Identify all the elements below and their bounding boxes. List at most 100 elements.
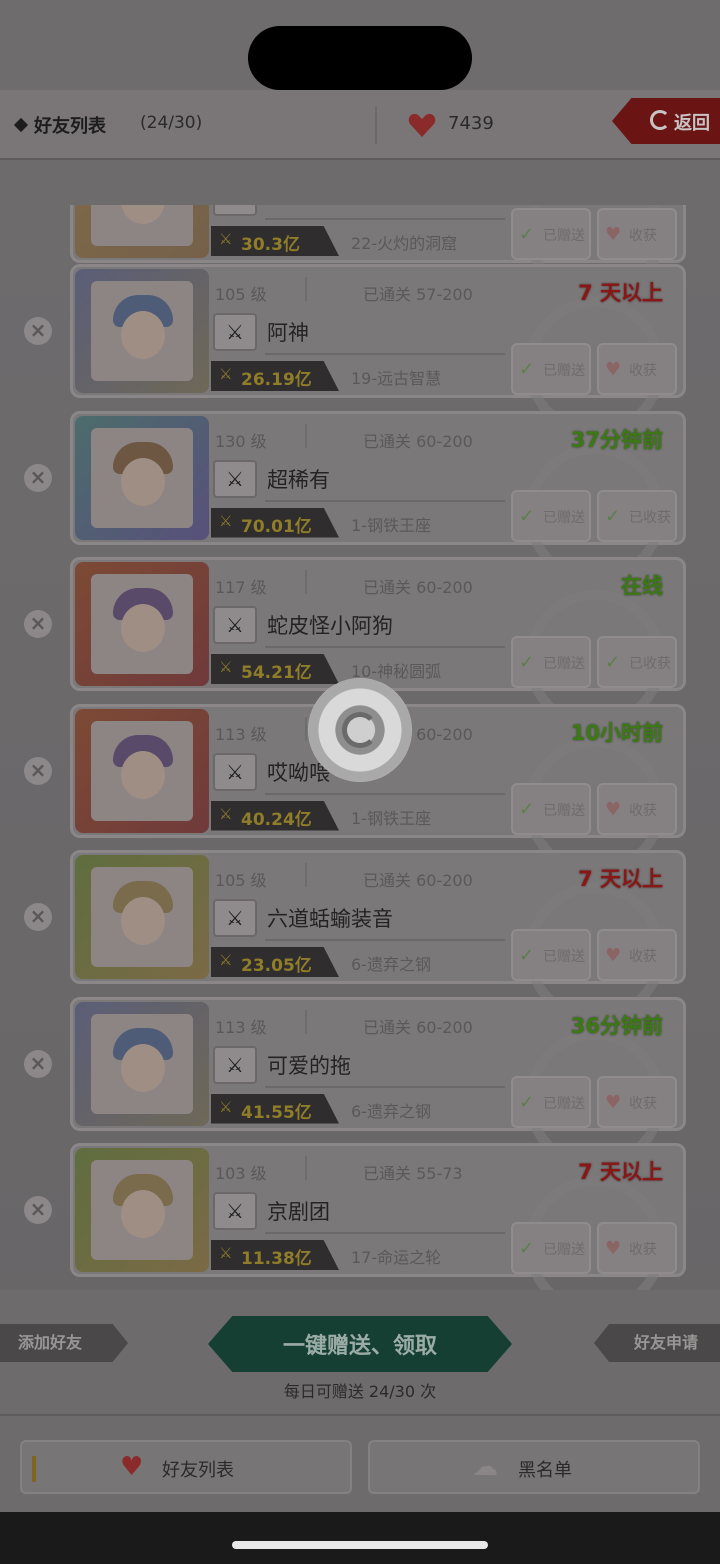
name-underline <box>265 646 505 648</box>
avatar-face <box>121 897 165 945</box>
check-icon: ✓ <box>519 1238 535 1259</box>
avatar[interactable] <box>75 1001 209 1126</box>
stage-progress: 已通关 60-200 <box>363 431 473 451</box>
last-seen-status: 37分钟前 <box>570 427 663 452</box>
receive-gift-button[interactable]: ♥ 收获 <box>597 343 677 395</box>
player-level: 130 级 <box>215 431 267 451</box>
friend-card[interactable]: 130 级 已通关 60-200 37分钟前 ⚔ 超稀有 ⚔ 70.01亿 1-钢铁王座 ✓ 已赠… <box>70 410 686 584</box>
power-badge: ⚔ 11.38亿 <box>211 1240 339 1270</box>
crossed-swords-icon: ⚔ <box>219 1097 233 1116</box>
avatar[interactable] <box>75 562 209 686</box>
power-badge: ⚔ 54.21亿 <box>211 654 339 684</box>
name-underline <box>265 1232 505 1234</box>
back-icon <box>650 110 670 130</box>
receive-gift-label: 收获 <box>629 363 657 379</box>
avatar[interactable] <box>75 1148 209 1272</box>
check-icon: ✓ <box>519 652 535 673</box>
close-icon[interactable]: × <box>24 317 52 345</box>
crossed-swords-icon: ⚔ <box>219 804 233 823</box>
stage-progress: 已通关 60-200 <box>363 578 473 597</box>
send-gift-label: 已赠送 <box>543 509 585 526</box>
avatar-portrait <box>91 281 193 381</box>
guild-name: 19-远古智慧 <box>351 369 442 388</box>
heart-icon: ♥ <box>605 798 622 820</box>
send-gift-label: 已赠送 <box>543 949 585 965</box>
friend-count: (24/30) <box>140 113 203 133</box>
send-gift-button[interactable]: ✓ 已赠送 <box>511 1222 591 1274</box>
last-seen-status: 10小时前 <box>570 720 663 745</box>
avatar-face <box>121 457 165 506</box>
friend-card[interactable]: 117 级已通关 60-200 在线 ⚔ 蛇皮怪小阿狗 ⚔ 54.21亿 10-神秘圆弧 ✓ 已… <box>70 557 686 730</box>
name-underline <box>265 939 505 941</box>
check-icon: ✓ <box>605 505 621 527</box>
one-click-send-receive-button[interactable]: 一键赠送、领取 <box>208 1316 512 1372</box>
send-gift-button[interactable]: ✓ 已赠送 <box>511 208 591 260</box>
add-friend-button[interactable]: 添加好友 <box>0 1324 128 1362</box>
daily-gift-note: 每日可赠送 24/30 次 <box>283 1382 437 1401</box>
send-gift-button[interactable]: ✓ 已赠送 <box>511 929 591 981</box>
home-indicator[interactable] <box>232 1541 488 1549</box>
player-level: 105 级 <box>215 285 267 304</box>
power-badge: ⚔ 30.3亿 <box>211 226 339 256</box>
tab-friend-list[interactable]: ♥ 好友列表 <box>20 1440 352 1494</box>
stage-progress: 已通关 55-73 <box>363 1164 463 1183</box>
receive-gift-button[interactable]: ♥ 收获 <box>597 1222 677 1274</box>
close-icon[interactable]: × <box>24 1049 52 1078</box>
last-seen-status: 7 天以上 <box>578 281 663 305</box>
close-icon[interactable]: × <box>24 1196 52 1224</box>
friend-requests-button[interactable]: 好友申请 <box>594 1324 720 1362</box>
heart-icon: ♥ <box>605 359 622 380</box>
stage-progress: 已通关 60-200 <box>363 871 473 890</box>
check-icon: ✓ <box>519 945 535 966</box>
crossed-swords-icon: ⚔ <box>213 899 257 937</box>
check-icon: ✓ <box>519 224 535 245</box>
receive-gift-button[interactable]: ♥ 收获 <box>597 782 677 835</box>
close-icon[interactable]: × <box>24 903 52 931</box>
send-gift-button[interactable]: ✓ 已赠送 <box>511 343 591 395</box>
heart-icon: ♥ <box>605 1238 622 1259</box>
player-name: 六道蛞蝓装音 <box>267 907 393 931</box>
avatar-portrait <box>91 720 193 821</box>
receive-gift-label: 收获 <box>629 949 657 965</box>
avatar[interactable] <box>75 205 209 258</box>
friend-card[interactable]: 105 级 已通关 60-200 7 天以上 ⚔ 六道蛞蝓装音 ⚔ 23.05亿 6-遗弃之钢… <box>70 850 686 1023</box>
avatar-face <box>121 311 165 359</box>
crossed-swords-icon: ⚔ <box>213 752 257 791</box>
avatar[interactable] <box>75 269 209 393</box>
avatar-portrait <box>91 574 193 674</box>
send-gift-label: 已赠送 <box>543 228 585 244</box>
send-gift-button[interactable]: ✓ 已赠送 <box>511 782 591 835</box>
receive-gift-button[interactable]: ✓ 已收获 <box>597 636 677 688</box>
avatar[interactable] <box>75 415 209 540</box>
close-icon[interactable]: × <box>24 610 52 638</box>
friend-card[interactable]: 105 级 已通关 57-200 7 天以上 ⚔ 阿神 ⚔ 26.19亿 19-远古智慧 ✓ 已赠… <box>70 264 686 437</box>
player-level: 105 级 <box>215 871 267 890</box>
crossed-swords-icon: ⚔ <box>219 658 233 676</box>
send-gift-label: 已赠送 <box>543 802 585 819</box>
last-seen-status: 7 天以上 <box>578 867 663 891</box>
receive-gift-button[interactable]: ♥ 收获 <box>597 929 677 981</box>
crossed-swords-icon: ⚔ <box>213 606 257 644</box>
send-gift-button[interactable]: ✓ 已赠送 <box>511 1075 591 1128</box>
receive-gift-button[interactable]: ♥ 收获 <box>597 1075 677 1128</box>
friend-card[interactable]: 103 级 已通关 55-73 7 天以上 ⚔ 京剧团 ⚔ 11.38亿 17-命运之轮 ✓ 已赠… <box>70 1143 686 1290</box>
send-gift-button[interactable]: ✓ 已赠送 <box>511 636 591 688</box>
receive-gift-button[interactable]: ♥ 收获 <box>597 208 677 260</box>
close-icon[interactable]: × <box>24 756 52 785</box>
avatar[interactable] <box>75 708 209 833</box>
send-gift-label: 已赠送 <box>543 656 585 672</box>
page-title: 好友列表 <box>13 112 106 138</box>
info-divider <box>305 1009 307 1034</box>
receive-gift-button[interactable]: ✓ 已收获 <box>597 489 677 542</box>
send-gift-button[interactable]: ✓ 已赠送 <box>511 489 591 542</box>
friend-card[interactable]: 113 级 已通关 60-200 36分钟前 ⚔ 可爱的拖 ⚔ 41.55亿 6-遗弃之钢 ✓ 已… <box>70 996 686 1170</box>
power-value: 11.38亿 <box>241 1249 312 1269</box>
info-divider <box>305 716 307 741</box>
avatar[interactable] <box>75 855 209 979</box>
player-level: 113 级 <box>215 724 267 744</box>
tab-blacklist[interactable]: ☁ 黑名单 <box>368 1440 700 1494</box>
friend-card[interactable]: ⚔ ⚔ 30.3亿 22-火灼的洞窟 ✓ 已赠送 ♥ 收获 <box>70 205 686 302</box>
close-icon[interactable]: × <box>24 463 52 492</box>
receive-gift-label: 收获 <box>629 228 657 244</box>
receive-gift-label: 已收获 <box>629 656 671 672</box>
